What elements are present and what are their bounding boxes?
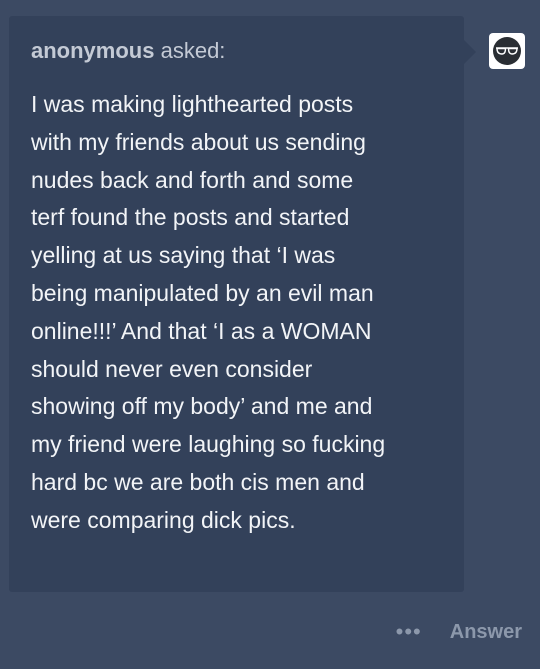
- answer-button[interactable]: Answer: [450, 621, 522, 644]
- post-footer: ••• Answer: [396, 620, 522, 644]
- asker-name[interactable]: anonymous: [31, 38, 154, 63]
- asker-line: anonymous asked:: [31, 36, 442, 66]
- asked-label: asked:: [160, 38, 226, 63]
- more-options-button[interactable]: •••: [396, 620, 422, 644]
- sunglasses-face-icon: [493, 37, 521, 65]
- question-text: I was making lighthearted posts with my …: [31, 91, 386, 533]
- ask-bubble: anonymous asked: I was making lightheart…: [9, 16, 476, 592]
- avatar[interactable]: [489, 33, 525, 69]
